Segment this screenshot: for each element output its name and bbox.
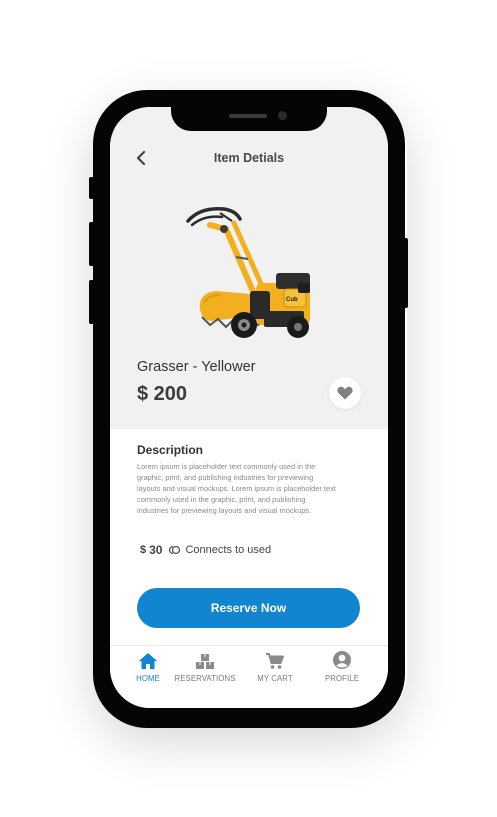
tab-reservations-label: RESERVATIONS: [174, 674, 236, 683]
link-icon: [168, 545, 182, 555]
deposit-label: Connects to used: [185, 544, 272, 556]
reserve-now-button[interactable]: Reserve Now: [137, 588, 360, 628]
tab-home-label: HOME: [136, 674, 160, 683]
tab-my-cart[interactable]: MY CART: [240, 646, 310, 686]
cart-icon: [266, 653, 284, 669]
tab-my-cart-label: MY CART: [257, 674, 293, 683]
tab-profile-label: PROFILE: [324, 674, 360, 683]
deposit-info: $ 30 Connects to used: [140, 543, 271, 557]
favorite-button[interactable]: [329, 377, 361, 409]
front-camera: [278, 111, 287, 120]
deposit-amount: 30: [149, 543, 163, 557]
product-name: Grasser - Yellower: [137, 359, 256, 375]
app-screen: Item Detials Cub Grasser - Yellower $ 20…: [110, 107, 388, 708]
home-icon: [139, 653, 157, 669]
phone-notch: [171, 105, 327, 131]
yellow-tiller-image: Cub: [186, 207, 310, 338]
speaker-grille: [229, 114, 267, 118]
tab-reservations[interactable]: RESERVATIONS: [170, 646, 240, 686]
svg-text:Cub: Cub: [286, 297, 298, 303]
boxes-icon: [196, 654, 214, 669]
deposit-currency: $: [140, 544, 147, 556]
tab-profile[interactable]: PROFILE: [307, 646, 377, 686]
product-price: $ 200: [137, 383, 188, 405]
profile-icon: [333, 651, 351, 669]
description-body: Lorem ipsum is placeholder text commonly…: [137, 462, 336, 515]
page-title: Item Detials: [213, 151, 285, 165]
bottom-tab-bar: HOME RESERVATIONS MY CART PROFILE: [110, 645, 388, 708]
heart-icon: [337, 386, 353, 400]
description-title: Description: [137, 443, 204, 457]
